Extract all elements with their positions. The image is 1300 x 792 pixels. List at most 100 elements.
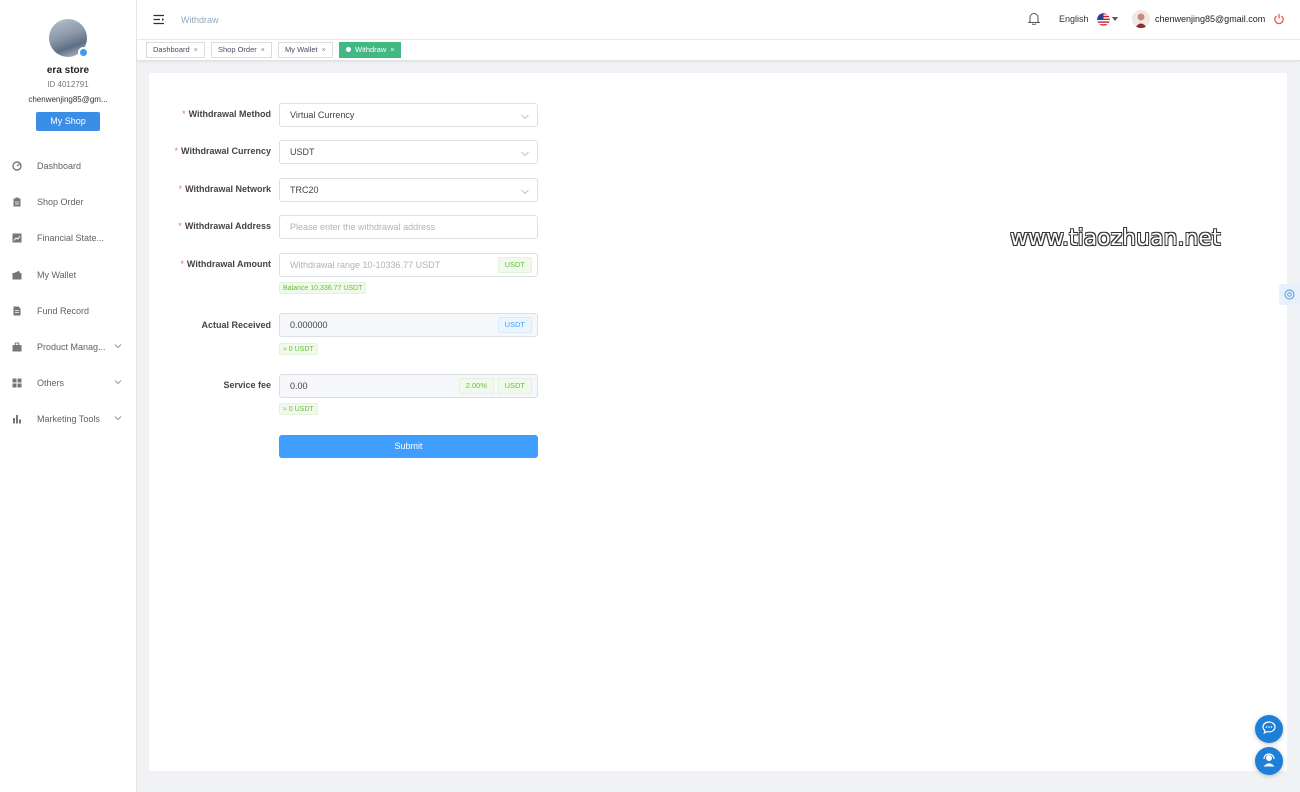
sidebar-item-label: Fund Record (37, 305, 90, 316)
field-value: 0.000000 (290, 320, 328, 330)
top-header: Withdraw English chenwenjing85@gmail.com (137, 0, 1300, 40)
fee-approx-hint: ≈ 0 USDT (279, 403, 318, 415)
close-icon[interactable]: × (322, 47, 326, 54)
sidebar-item-label: Product Manag... (37, 342, 106, 353)
label-text: Withdrawal Address (184, 221, 271, 231)
caret-down-icon[interactable] (1112, 17, 1118, 21)
support-button[interactable] (1255, 747, 1283, 775)
settings-gear-icon[interactable] (1279, 284, 1300, 305)
sidebar-item-financial-statement[interactable]: Financial State... (0, 220, 136, 256)
store-id: ID 4012791 (47, 80, 89, 89)
hamburger-menu-icon[interactable] (153, 14, 165, 28)
label-text: Withdrawal Amount (186, 259, 271, 269)
required-mark: * (180, 259, 184, 269)
required-mark: * (178, 184, 183, 194)
watermark-text: www.tiaozhuan.net (1010, 226, 1221, 251)
currency-suffix: USDT (497, 378, 532, 394)
user-email[interactable]: chenwenjing85@gmail.com (1155, 14, 1265, 24)
required-mark: * (178, 221, 182, 231)
sidebar-item-dashboard[interactable]: Dashboard (0, 148, 136, 184)
required-mark: * (174, 146, 179, 156)
chevron-down-icon (114, 414, 122, 424)
currency-suffix: USDT (497, 257, 532, 273)
label-text: Withdrawal Network (185, 184, 271, 194)
chevron-down-icon (521, 112, 529, 122)
sidebar-item-label: Financial State... (37, 233, 105, 244)
withdrawal-network-label: * Withdrawal Network (179, 184, 271, 194)
field-value: 0.00 (290, 381, 308, 391)
actual-received-field: 0.000000 USDT (279, 313, 538, 337)
service-fee-field: 0.00 2.00% USDT (279, 374, 538, 398)
headset-agent-icon (1261, 752, 1277, 771)
fee-rate-badge: 2.00% (458, 378, 494, 394)
withdrawal-currency-select[interactable]: USDT (279, 140, 538, 164)
breadcrumb: Withdraw (181, 15, 219, 25)
withdrawal-method-label: * Withdrawal Method (182, 109, 271, 119)
bar-chart-icon (12, 414, 22, 424)
withdrawal-address-label: * Withdrawal Address (178, 221, 271, 231)
language-selector[interactable]: English (1059, 14, 1089, 24)
tags-view-bar: Dashboard × Shop Order × My Wallet × Withdr… (137, 40, 1300, 61)
sidebar-item-fund-record[interactable]: Fund Record (0, 293, 136, 329)
tag-label: My Wallet (285, 45, 318, 54)
profile-panel: era store ID 4012791 chenwenjing85@gm...… (0, 0, 136, 131)
currency-suffix: USDT (497, 317, 532, 333)
bell-icon[interactable] (1027, 12, 1041, 28)
label-text: Actual Received (201, 320, 271, 330)
briefcase-icon (12, 342, 22, 352)
wallet-icon (12, 270, 22, 280)
store-email: chenwenjing85@gm... (28, 95, 108, 104)
avatar[interactable] (49, 19, 89, 58)
close-icon[interactable]: × (390, 47, 394, 54)
document-icon (12, 306, 22, 316)
withdrawal-address-input[interactable]: Please enter the withdrawal address (279, 215, 538, 239)
dashboard-icon (12, 161, 22, 171)
my-shop-button[interactable]: My Shop (36, 112, 100, 131)
withdrawal-amount-input[interactable]: Withdrawal range 10-10336.77 USDT USDT (279, 253, 538, 277)
tag-my-wallet[interactable]: My Wallet × (278, 42, 333, 58)
chart-icon (12, 233, 22, 243)
sidebar-item-others[interactable]: Others (0, 365, 136, 401)
power-icon[interactable] (1273, 13, 1285, 28)
submit-button[interactable]: Submit (279, 435, 538, 458)
chat-button[interactable] (1255, 715, 1283, 743)
chat-bubble-icon (1262, 721, 1276, 737)
sidebar-item-label: Marketing Tools (37, 414, 100, 425)
withdrawal-method-select[interactable]: Virtual Currency (279, 103, 538, 127)
close-icon[interactable]: × (194, 47, 198, 54)
us-flag-icon[interactable] (1097, 13, 1110, 29)
chevron-down-icon (114, 342, 122, 352)
tag-label: Dashboard (153, 45, 190, 54)
actual-received-label: Actual Received (201, 320, 271, 330)
chevron-down-icon (114, 378, 122, 388)
verified-badge-icon (78, 47, 89, 58)
withdrawal-amount-label: * Withdrawal Amount (180, 259, 271, 269)
input-placeholder: Please enter the withdrawal address (290, 222, 436, 232)
withdrawal-network-select[interactable]: TRC20 (279, 178, 538, 202)
user-avatar[interactable] (1132, 10, 1150, 28)
withdrawal-currency-label: * Withdrawal Currency (175, 146, 271, 156)
select-value: Virtual Currency (290, 110, 355, 120)
sidebar-menu: Dashboard Shop Order Financial State... … (0, 148, 136, 438)
sidebar-item-my-wallet[interactable]: My Wallet (0, 257, 136, 293)
grid-icon (12, 378, 22, 388)
sidebar-item-label: Others (37, 378, 65, 389)
sidebar-item-marketing-tools[interactable]: Marketing Tools (0, 401, 136, 437)
input-placeholder: Withdrawal range 10-10336.77 USDT (290, 260, 441, 270)
select-value: USDT (290, 147, 315, 157)
sidebar-item-label: My Wallet (37, 269, 77, 280)
store-name: era store (46, 65, 90, 76)
tag-dashboard[interactable]: Dashboard × (146, 42, 205, 58)
tag-shop-order[interactable]: Shop Order × (211, 42, 272, 58)
tag-withdraw[interactable]: Withdraw × (339, 42, 402, 58)
required-mark: * (182, 109, 186, 119)
received-approx-hint: ≈ 0 USDT (279, 343, 318, 355)
select-value: TRC20 (290, 185, 319, 195)
sidebar-item-shop-order[interactable]: Shop Order (0, 184, 136, 220)
balance-hint: Balance 10,336.77 USDT (279, 282, 367, 294)
label-text: Withdrawal Method (188, 109, 271, 119)
label-text: Service fee (223, 380, 271, 390)
sidebar-item-label: Shop Order (37, 197, 84, 208)
sidebar-item-product-management[interactable]: Product Manag... (0, 329, 136, 365)
close-icon[interactable]: × (261, 47, 265, 54)
